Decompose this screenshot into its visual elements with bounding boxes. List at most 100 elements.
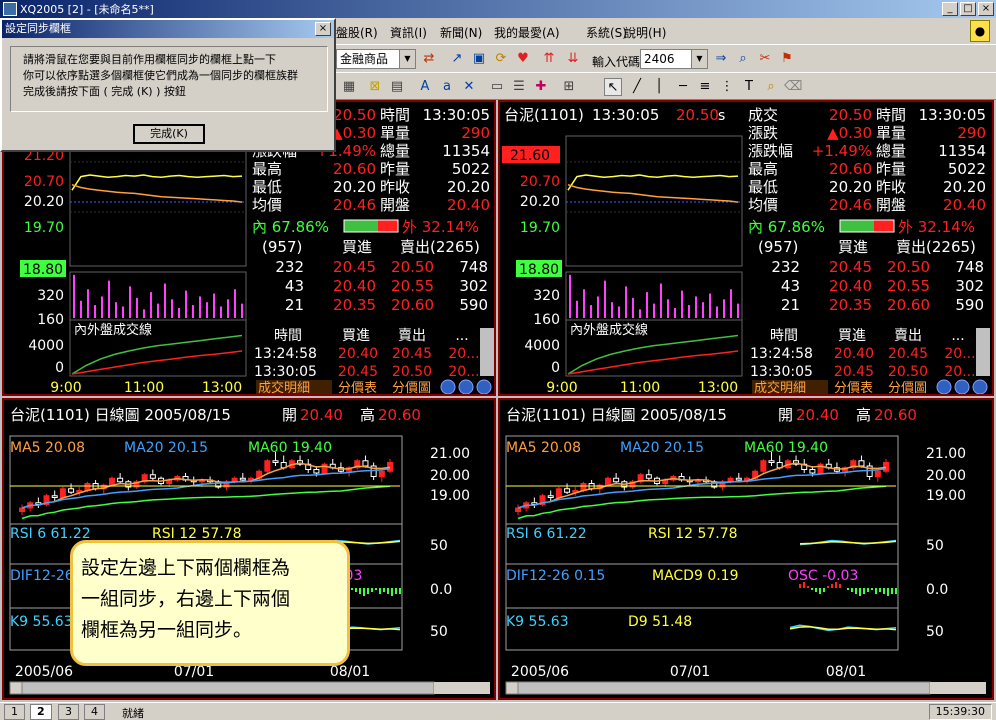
pointer-icon[interactable]: ↖ <box>604 78 622 96</box>
axis-label: 21.60 <box>510 148 550 164</box>
time-tick-label: 13:00 <box>698 380 738 394</box>
book-ask-volume: 748 <box>459 258 488 276</box>
book-bid-price: 20.35 <box>829 296 872 314</box>
vertical-line-icon[interactable]: │ <box>650 78 668 96</box>
parallel-line-icon[interactable]: ≡ <box>696 78 714 96</box>
date-tick-label: 08/01 <box>826 664 866 680</box>
resize-icon[interactable]: ✕ <box>460 78 478 96</box>
go-icon[interactable]: ⇒ <box>712 50 730 68</box>
tools-icon[interactable]: ✂ <box>756 50 774 68</box>
lock-icon[interactable]: ⊠ <box>366 78 384 96</box>
price-axis-label: 20.00 <box>430 468 470 484</box>
detail-tab: 成交明細 <box>754 380 806 394</box>
grid-icon[interactable]: ⊞ <box>560 78 578 96</box>
minimize-button[interactable]: _ <box>942 2 958 16</box>
horizontal-line-icon[interactable]: ─ <box>674 78 692 96</box>
price-axis-label: 19.00 <box>926 488 966 504</box>
quote-value: 20.46 <box>333 196 376 214</box>
dialog-close-button[interactable]: × <box>315 22 331 36</box>
quote-label: 單量 <box>876 124 906 142</box>
text-tool-icon[interactable]: T <box>740 78 758 96</box>
quote-label: 時間 <box>380 106 410 124</box>
daily-panel-right[interactable]: 台泥(1101) 日線圖 2005/08/15 開 20.40 高 20.60 MA5 2… <box>498 398 994 700</box>
quote-value: 290 <box>461 124 490 142</box>
bookmark-icon[interactable]: ⚑ <box>778 50 796 68</box>
avg-price-line <box>567 183 739 203</box>
quote-label: 漲跌 <box>748 124 778 142</box>
menu-item-system[interactable]: 系統(S) <box>586 24 627 41</box>
quote-label: 開盤 <box>876 196 906 214</box>
header-time: 13:30:05 <box>592 106 659 124</box>
link-icon[interactable]: ⇄ <box>420 50 438 68</box>
workspace-tab-3[interactable]: 3 <box>58 704 79 720</box>
menu-item-favorites[interactable]: 我的最愛(A) <box>494 24 560 41</box>
detail-tab: 分價圖 <box>888 381 927 394</box>
quote-label: 最高 <box>748 160 778 178</box>
date-tick-label: 2005/06 <box>511 664 569 680</box>
workspace-tab-2[interactable]: 2 <box>30 704 52 720</box>
dialog-line: 你可以依序點選多個欄框使它們成為一個同步的欄框族群 <box>23 69 298 82</box>
new-window-icon[interactable]: ↗ <box>448 50 466 68</box>
menu-item-help[interactable]: 說明(H) <box>624 24 666 41</box>
quote-value: 20.60 <box>333 160 376 178</box>
code-input-value: 2406 <box>644 52 675 66</box>
close-button[interactable]: × <box>978 2 994 16</box>
candle-body <box>19 507 25 512</box>
quote-label: 最低 <box>252 178 282 196</box>
font-smaller-icon[interactable]: a <box>438 78 456 96</box>
quote-value: 13:30:05 <box>423 106 490 124</box>
quote-label: 昨收 <box>380 178 410 196</box>
date-tick-label: 08/01 <box>330 664 370 680</box>
table-icon[interactable]: ▦ <box>340 78 358 96</box>
rsi6-label: RSI 6 61.22 <box>10 526 91 542</box>
market-combo[interactable]: 金融商品 ▼ <box>336 49 416 69</box>
magnify-icon[interactable]: ⌕ <box>762 78 780 96</box>
dialog-finish-button[interactable]: 完成(K) <box>133 124 205 144</box>
down-arrow-icon[interactable]: ⇊ <box>564 50 582 68</box>
dialog-message: 請將滑鼠在您要與目前作用欄框同步的欄框上點一下 你可以依序點選多個欄框使它們成為… <box>10 46 328 112</box>
window-icon[interactable]: ▣ <box>470 50 488 68</box>
quote-label: 昨量 <box>380 160 410 178</box>
fibonacci-icon[interactable]: ⋮ <box>718 78 736 96</box>
search-icon[interactable]: ⌕ <box>734 50 752 68</box>
menu-item-stocks[interactable]: 盤股(R) <box>336 24 378 41</box>
book-header: 賣出(2265) <box>400 238 480 256</box>
eraser-icon[interactable]: ⌫ <box>784 78 802 96</box>
axis-label: 320 <box>533 288 560 304</box>
lightbulb-icon[interactable]: ● <box>970 20 990 42</box>
rsi-axis-label: 50 <box>430 538 448 554</box>
rsi12-label: RSI 12 57.78 <box>648 526 738 542</box>
code-input[interactable]: 2406 ▼ <box>640 49 708 69</box>
book-bid-price: 20.40 <box>829 277 872 295</box>
screen-icon[interactable]: ▤ <box>388 78 406 96</box>
quote-panel-right[interactable]: 21.60 20.70 20.20 19.70 18.80 320 160 4000 0 內外盤成… <box>498 100 994 396</box>
font-larger-icon[interactable]: A <box>416 78 434 96</box>
quote-value: 20.40 <box>447 196 490 214</box>
list-icon[interactable]: ☰ <box>510 78 528 96</box>
candle-body <box>59 488 66 498</box>
workspace-tab-1[interactable]: 1 <box>4 704 25 720</box>
line-draw-icon[interactable]: ╱ <box>628 78 646 96</box>
menu-item-info[interactable]: 資訊(I) <box>390 24 427 41</box>
heart-icon[interactable]: ♥ <box>514 50 532 68</box>
book-header: 賣出(2265) <box>896 238 976 256</box>
panel-icon[interactable]: ▭ <box>488 78 506 96</box>
workspace-tab-4[interactable]: 4 <box>84 704 105 720</box>
maximize-button[interactable]: □ <box>960 2 976 16</box>
high-label: 高 <box>856 406 871 424</box>
open-value: 20.40 <box>796 406 839 424</box>
nav-arrow-icon <box>458 379 474 394</box>
book-bid-price: 20.40 <box>333 277 376 295</box>
quote-value: 20.40 <box>943 196 986 214</box>
axis-label: 160 <box>37 312 64 328</box>
zoom-controls <box>930 682 986 694</box>
detail-tab: 分價圖 <box>392 381 431 394</box>
up-arrow-icon[interactable]: ⇈ <box>540 50 558 68</box>
plugin-icon[interactable]: ✚ <box>532 78 550 96</box>
axis-label: 19.70 <box>520 220 560 236</box>
menu-item-news[interactable]: 新聞(N) <box>440 24 482 41</box>
ma60-label: MA60 19.40 <box>744 440 828 456</box>
macd-label: MACD9 0.19 <box>652 568 739 584</box>
refresh-icon[interactable]: ⟳ <box>492 50 510 68</box>
scroll-left-button <box>505 681 519 695</box>
